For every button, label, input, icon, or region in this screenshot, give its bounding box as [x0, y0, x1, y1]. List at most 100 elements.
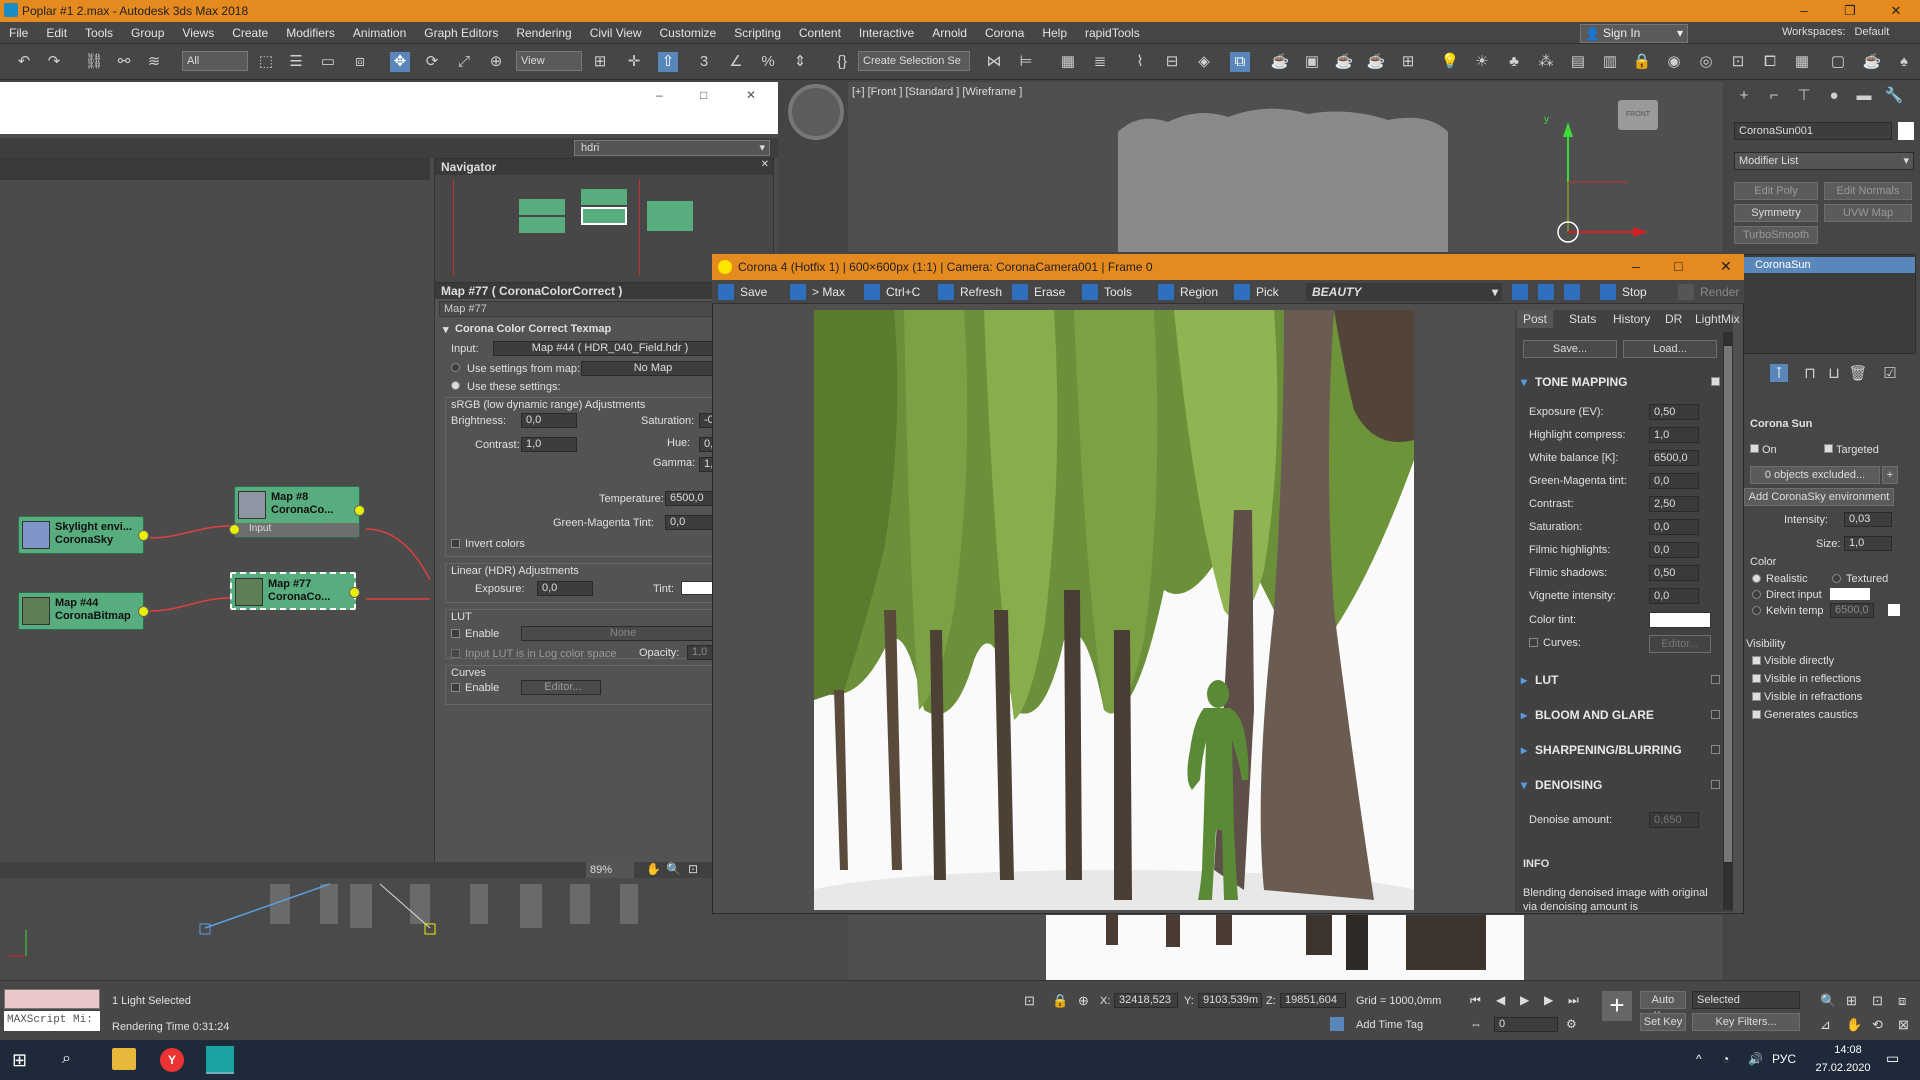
create-tab-icon[interactable]: + [1734, 86, 1754, 106]
uvw-map-button[interactable]: UVW Map [1824, 204, 1912, 222]
targeted-checkbox[interactable] [1824, 444, 1833, 453]
curves-checkbox[interactable] [1529, 638, 1538, 647]
front-viewport[interactable]: [+] [Front ] [Standard ] [Wireframe ] y … [788, 82, 1723, 252]
output-socket[interactable] [138, 606, 149, 617]
save-button[interactable]: Save [718, 283, 767, 301]
saturation-spinner[interactable]: 0,0 [1649, 519, 1699, 535]
input-socket[interactable] [229, 524, 240, 535]
absolute-mode-icon[interactable]: ⊕ [1078, 993, 1089, 1009]
time-config-icon[interactable]: ⚙ [1566, 1017, 1577, 1031]
next-frame-icon[interactable]: ▶︎ [1544, 993, 1553, 1007]
grid-view-icon[interactable]: ▦ [1792, 52, 1812, 72]
channel-dropdown[interactable]: BEAUTY ▾ [1306, 283, 1502, 301]
vignette-spinner[interactable]: 0,0 [1649, 588, 1699, 604]
denoising-checkbox[interactable] [1711, 780, 1720, 789]
curves-enable-checkbox[interactable] [451, 683, 460, 692]
display-tab-icon[interactable]: ▬ [1854, 86, 1874, 106]
menu-file[interactable]: File [0, 22, 37, 44]
use-map-radio[interactable] [451, 363, 460, 372]
teapot-icon[interactable]: ☕ [1862, 52, 1882, 72]
steering-wheel-icon[interactable] [788, 84, 844, 140]
sharpening-section[interactable]: ▸ SHARPENING/BLURRING [1521, 740, 1727, 760]
menu-corona[interactable]: Corona [976, 22, 1033, 44]
restore-icon[interactable]: □ [700, 88, 707, 102]
node-skylight[interactable]: Skylight envi... CoronaSky [18, 516, 149, 554]
pan-icon[interactable]: ✋ [646, 862, 661, 876]
kelvin-radio[interactable] [1752, 606, 1761, 615]
modifier-stack[interactable]: CoronaSun [1726, 254, 1916, 354]
zoom-icon[interactable]: 🔍 [1820, 993, 1836, 1009]
close-icon[interactable]: ✕ [746, 88, 756, 102]
tray-chevron-icon[interactable]: ^ [1696, 1052, 1702, 1066]
book-icon[interactable]: ▥ [1600, 52, 1620, 72]
contrast-spinner[interactable]: 1,0 [521, 437, 577, 452]
filmic-shadows-spinner[interactable]: 0,50 [1649, 565, 1699, 581]
load-preset-button[interactable]: Load... [1623, 340, 1717, 358]
place-icon[interactable]: ⊕ [486, 52, 506, 72]
zoom-all-icon[interactable]: ⊞ [1846, 993, 1857, 1009]
visible-refractions-checkbox[interactable] [1752, 692, 1761, 701]
box-icon[interactable]: ▢ [1828, 52, 1848, 72]
menu-create[interactable]: Create [223, 22, 277, 44]
search-icon[interactable]: ⌕ [62, 1050, 71, 1068]
notifications-icon[interactable]: ▭ [1886, 1050, 1899, 1067]
workspace-selector[interactable]: Workspaces: Default [1782, 26, 1889, 38]
menu-group[interactable]: Group [122, 22, 173, 44]
modifier-list-dropdown[interactable]: Modifier List ▾ [1734, 152, 1914, 170]
windows-start-icon[interactable]: ⊞ [12, 1050, 27, 1071]
sun-icon[interactable]: ☀ [1472, 52, 1492, 72]
percent-snap-icon[interactable]: % [758, 52, 778, 72]
angle-snap-icon[interactable]: ∠ [726, 52, 746, 72]
visible-directly-checkbox[interactable] [1752, 656, 1761, 665]
zoom-dropdown[interactable]: 89% [586, 862, 634, 878]
tab-dr[interactable]: DR [1659, 310, 1688, 328]
color-tint-swatch[interactable] [1649, 612, 1711, 628]
menu-civil-view[interactable]: Civil View [581, 22, 651, 44]
zoom-region-icon[interactable]: ⊡ [688, 862, 698, 876]
previous-frame-icon[interactable]: ◀︎ [1496, 993, 1505, 1007]
add-coronasky-button[interactable]: Add CoronaSky environment [1744, 488, 1894, 506]
scene-explorer-icon[interactable]: ▦ [1058, 52, 1078, 72]
green-magenta-spinner[interactable]: 0,0 [1649, 473, 1699, 489]
exposure-ev-spinner[interactable]: 0,50 [1649, 404, 1699, 420]
lut-log-checkbox[interactable] [451, 649, 460, 658]
layer-explorer-icon[interactable]: ≣ [1090, 52, 1110, 72]
frame-icon[interactable]: ⧠ [1760, 52, 1780, 72]
set-key-button[interactable]: Set Key [1640, 1013, 1686, 1031]
zoom-extents-icon[interactable]: ⊡ [1872, 993, 1883, 1009]
clock-date[interactable]: 27.02.2020 [1808, 1062, 1878, 1074]
pivot-center-icon[interactable]: ⊞ [590, 52, 610, 72]
current-frame-field[interactable]: 0 [1494, 1017, 1558, 1032]
motion-tab-icon[interactable]: ● [1824, 86, 1844, 106]
add-exclude-icon[interactable]: + [1882, 466, 1898, 484]
show-end-result-icon[interactable]: ⊓ [1800, 364, 1820, 384]
remove-modifier-icon[interactable]: 🗑 [1848, 364, 1868, 384]
orbit-icon[interactable]: ⟲ [1872, 1017, 1883, 1033]
node-view[interactable]: Skylight envi... CoronaSky Map #44 CoronaB… [0, 180, 430, 880]
edit-named-sets-icon[interactable]: {} [832, 52, 852, 72]
curve-editor-icon[interactable]: ⌇ [1130, 52, 1150, 72]
close-icon[interactable]: ✕ [761, 159, 769, 170]
language-indicator[interactable]: РУС [1772, 1052, 1796, 1066]
menu-modifiers[interactable]: Modifiers [277, 22, 344, 44]
edit-poly-button[interactable]: Edit Poly [1734, 182, 1818, 200]
rendered-image[interactable] [814, 310, 1414, 910]
node-map-77[interactable]: Map #77 CoronaCo... [230, 572, 360, 610]
kelvin-spinner[interactable]: 6500,0 [1830, 603, 1874, 618]
textured-radio[interactable] [1832, 574, 1841, 583]
copy-button[interactable]: Ctrl+C [864, 283, 920, 301]
highlight-compress-spinner[interactable]: 1,0 [1649, 427, 1699, 443]
stop-button[interactable]: Stop [1600, 283, 1647, 301]
render-setup-icon[interactable]: ☕ [1270, 52, 1290, 72]
generates-caustics-checkbox[interactable] [1752, 710, 1761, 719]
lock-icon[interactable]: 🔒 [1632, 52, 1652, 72]
realistic-radio[interactable] [1752, 574, 1761, 583]
input-slot[interactable]: Input [235, 523, 359, 537]
brightness-spinner[interactable]: 0,0 [521, 413, 577, 428]
add-time-tag[interactable]: Add Time Tag [1356, 1019, 1423, 1031]
tab-stats[interactable]: Stats [1563, 310, 1602, 328]
window-crossing-icon[interactable]: ⧈ [350, 52, 370, 72]
go-to-start-icon[interactable]: ⏮ [1470, 993, 1481, 1008]
output-socket[interactable] [349, 587, 360, 598]
tone-mapping-section[interactable]: ▾ TONE MAPPING [1521, 372, 1727, 392]
